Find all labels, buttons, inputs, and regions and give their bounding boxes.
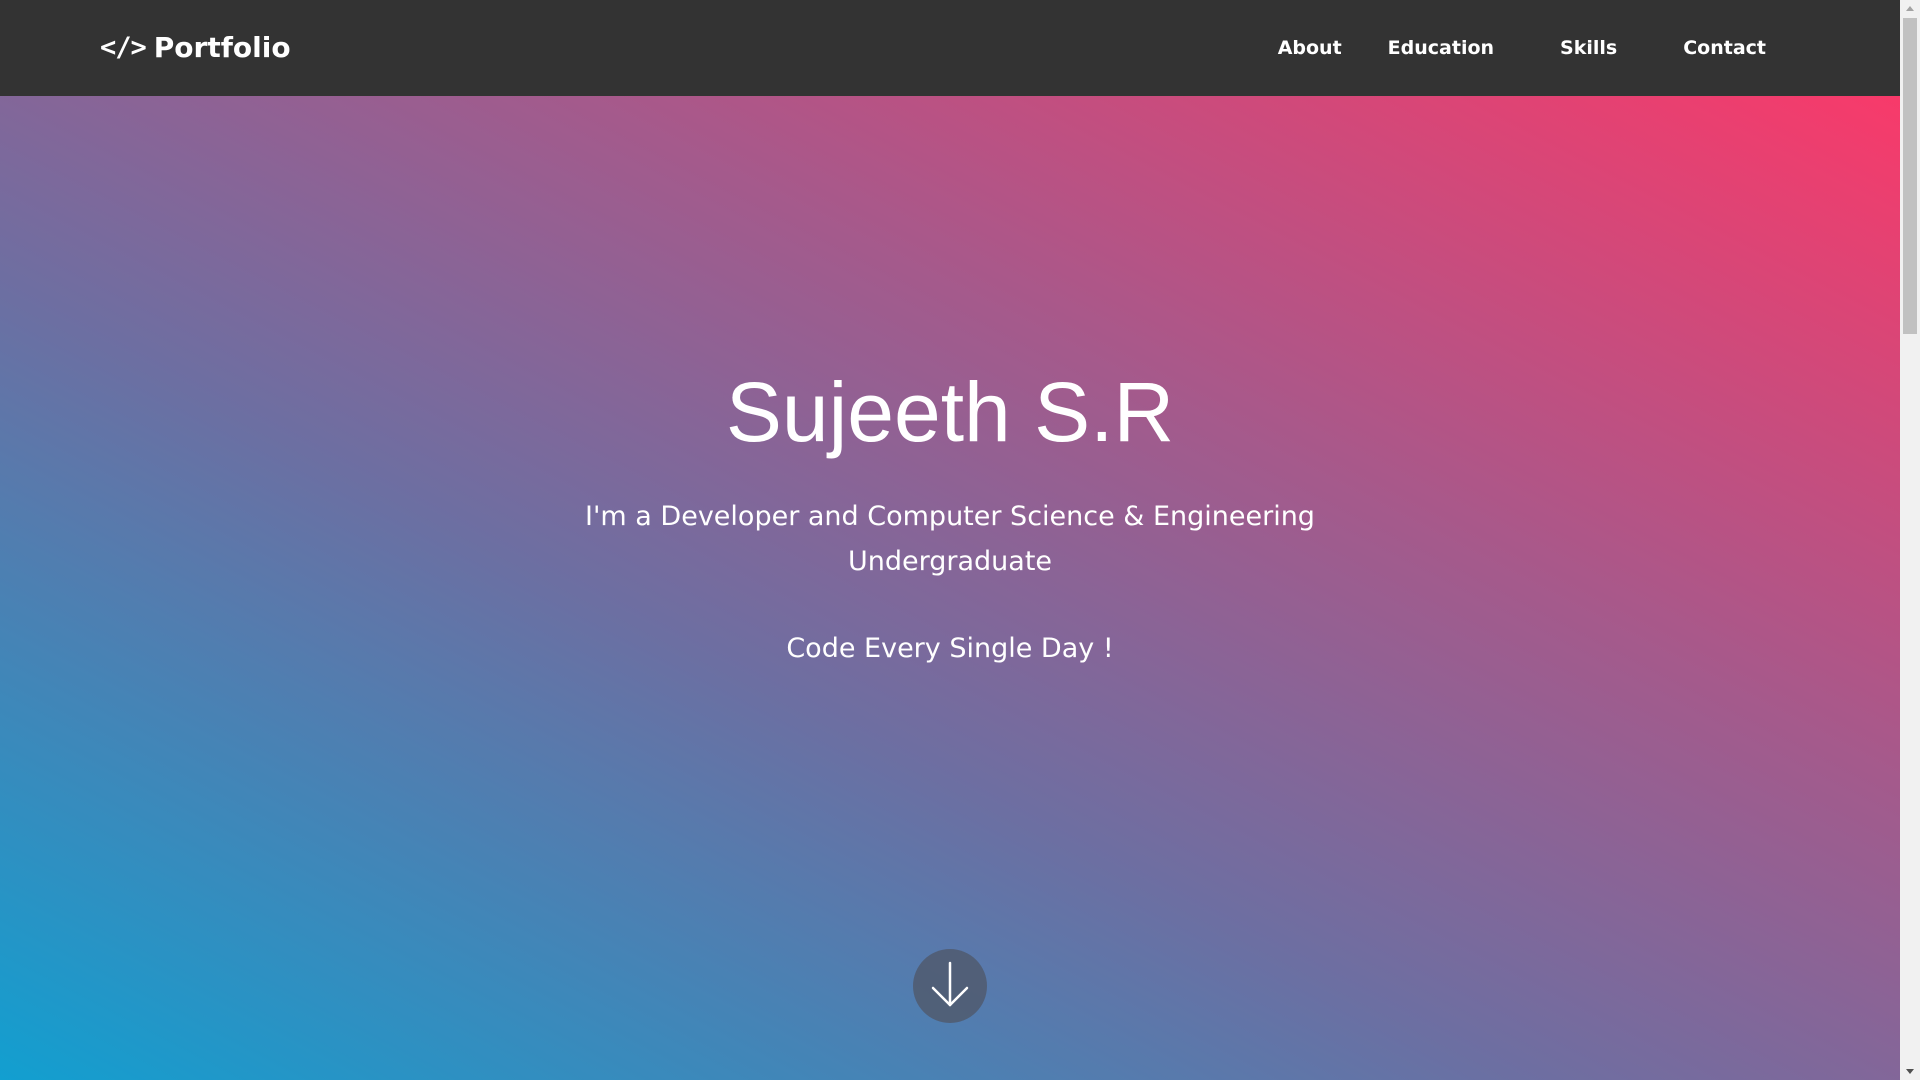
nav-link-education[interactable]: Education	[1388, 37, 1494, 59]
scroll-up-arrow-icon[interactable]	[1900, 0, 1920, 18]
top-navbar: </> Portfolio About Education Skills Con…	[0, 0, 1900, 96]
nav-link-about[interactable]: About	[1278, 37, 1342, 59]
nav-links: About Education Skills Contact	[1278, 0, 1766, 96]
page-viewport: </> Portfolio About Education Skills Con…	[0, 0, 1900, 1080]
brand-label: Portfolio	[153, 31, 291, 64]
nav-link-skills[interactable]: Skills	[1560, 37, 1617, 59]
scrollbar-thumb[interactable]	[1903, 18, 1917, 334]
arrow-down-icon	[931, 961, 969, 1007]
scroll-down-button[interactable]	[913, 949, 987, 1023]
scroll-down-arrow-icon[interactable]	[1900, 1062, 1920, 1080]
hero-section: Sujeeth S.R I'm a Developer and Computer…	[0, 96, 1900, 1080]
hero-subtitle: I'm a Developer and Computer Science & E…	[585, 501, 1315, 577]
nav-link-contact[interactable]: Contact	[1683, 37, 1766, 59]
hero-tagline: Code Every Single Day !	[786, 633, 1114, 664]
code-icon: </>	[100, 32, 147, 63]
vertical-scrollbar[interactable]	[1900, 0, 1920, 1080]
brand-logo[interactable]: </> Portfolio	[100, 28, 291, 68]
hero-name: Sujeeth S.R	[725, 365, 1175, 459]
